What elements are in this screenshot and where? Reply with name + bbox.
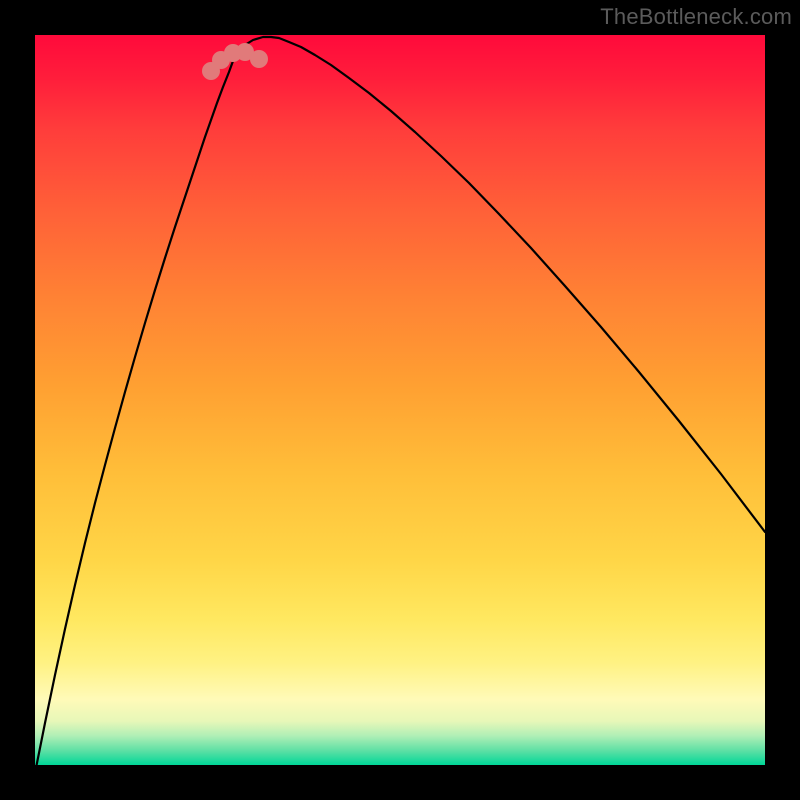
gradient-background — [35, 35, 765, 765]
outer-frame: TheBottleneck.com — [0, 0, 800, 800]
attribution-text: TheBottleneck.com — [600, 4, 792, 30]
chart-area — [35, 35, 765, 765]
